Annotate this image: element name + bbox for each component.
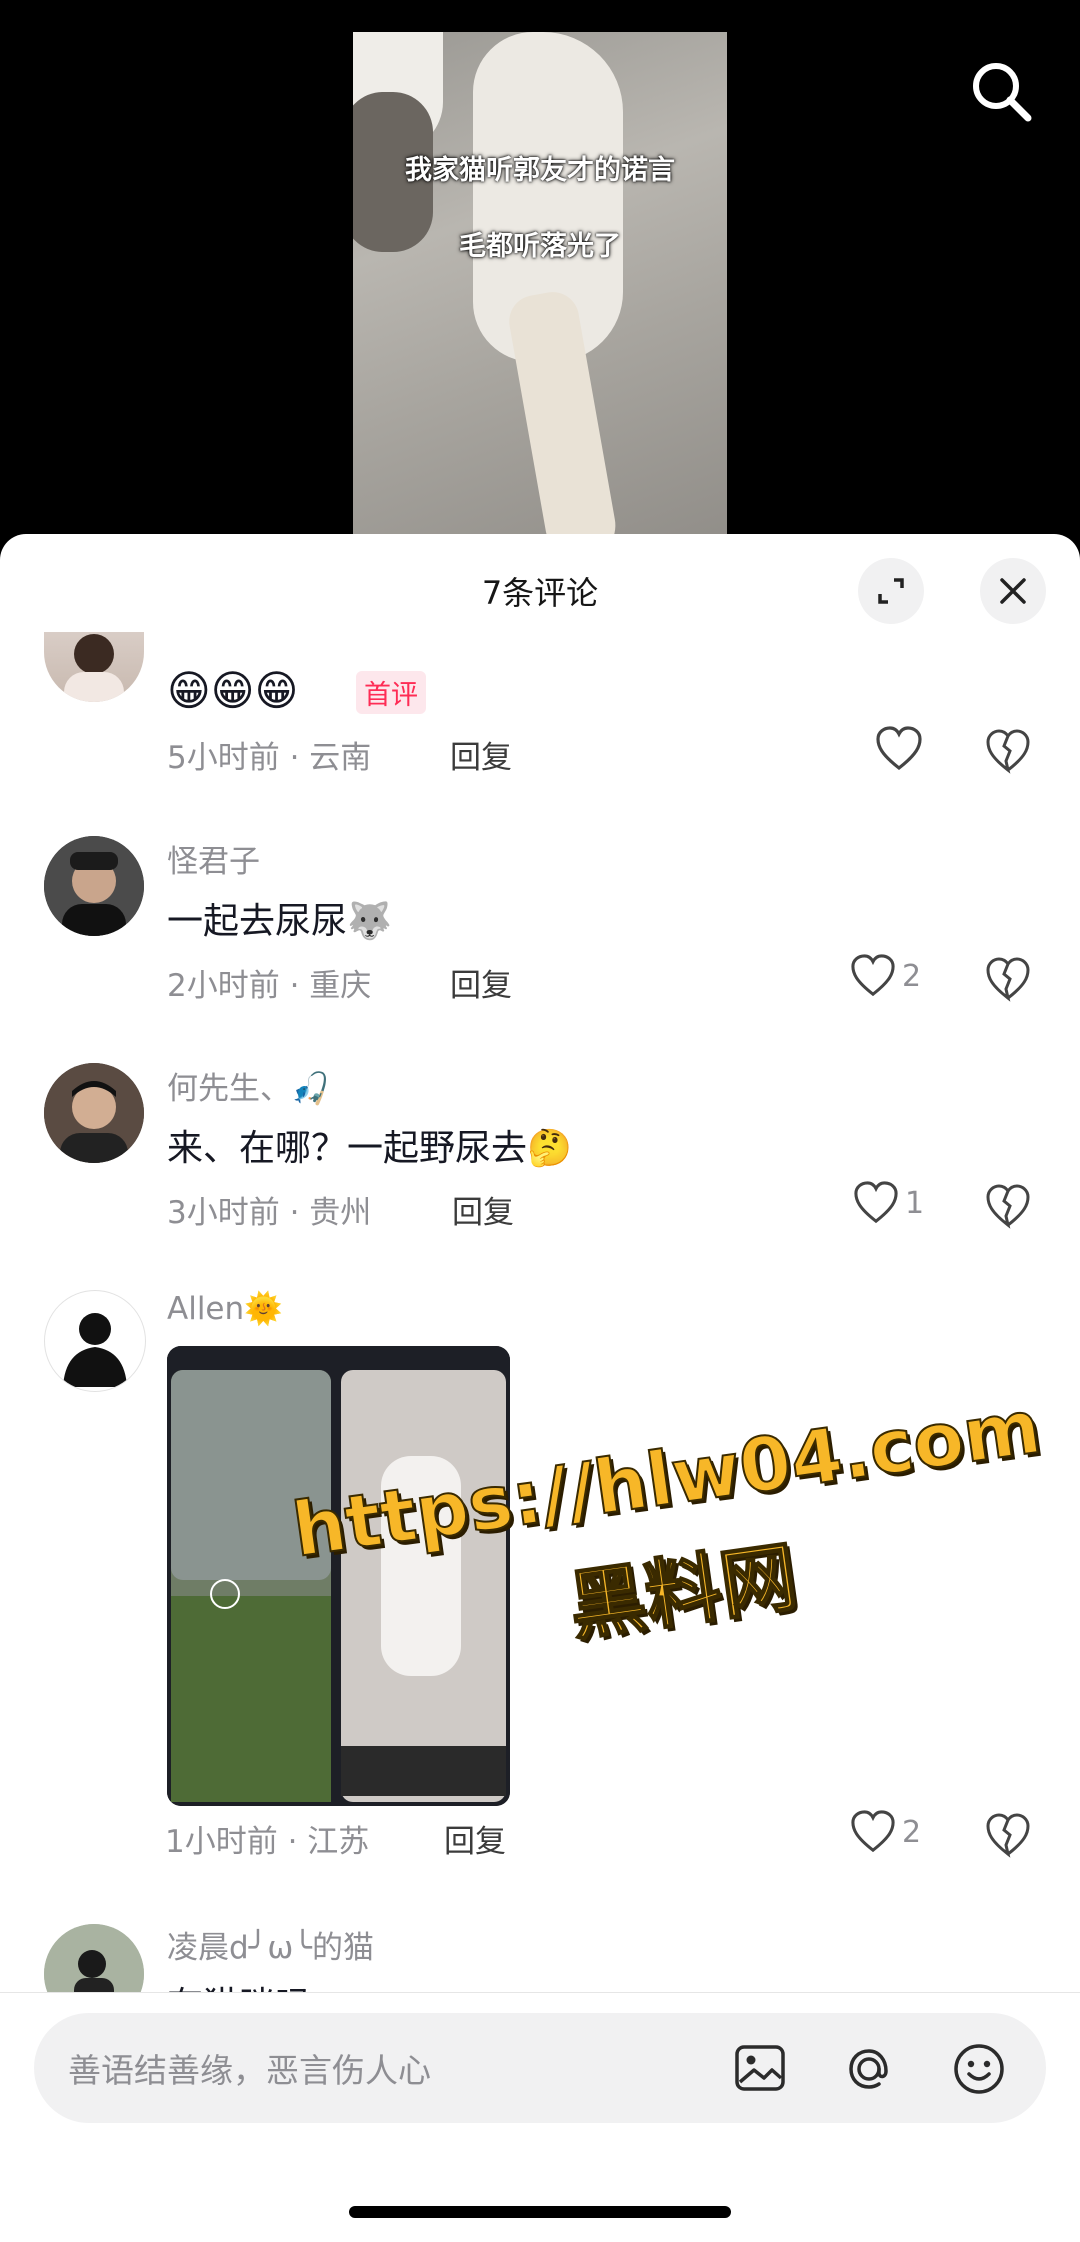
video-caption-line1: 我家猫听郭友才的诺言 bbox=[405, 155, 675, 186]
heart-icon bbox=[851, 954, 895, 997]
like-button[interactable] bbox=[875, 726, 923, 772]
comment-item: 😁😁😁 首评 5小时前 · 云南 回复 bbox=[0, 632, 1080, 790]
avatar[interactable] bbox=[44, 1924, 144, 1992]
video-player[interactable]: 我家猫听郭友才的诺言 毛都听落光了 bbox=[0, 0, 1080, 560]
broken-heart-icon bbox=[986, 1184, 1030, 1229]
video-caption-line2: 毛都听落光了 bbox=[459, 231, 621, 262]
dislike-button[interactable] bbox=[985, 1813, 1031, 1859]
image-button[interactable] bbox=[732, 2040, 788, 2100]
comment-item: 凌晨d╯ω╰的猫 有猫咪吗 bbox=[0, 1918, 1080, 1992]
comment-meta: 3小时前 · 贵州 bbox=[167, 1195, 372, 1231]
reply-button[interactable]: 回复 bbox=[444, 1816, 506, 1861]
comment-username[interactable]: Allen🌞 bbox=[167, 1290, 283, 1327]
comment-input-placeholder: 善语结善缘，恶言伤人心 bbox=[68, 2051, 431, 2090]
broken-heart-icon bbox=[986, 1813, 1030, 1858]
comment-username[interactable]: 怪君子 bbox=[167, 836, 260, 881]
broken-heart-icon bbox=[986, 957, 1030, 1002]
comment-item: Allen🌞 1小时前 · 江苏 回复 2 bbox=[0, 1290, 1080, 1890]
dislike-button[interactable] bbox=[985, 1184, 1031, 1230]
heart-icon bbox=[854, 1181, 898, 1224]
avatar[interactable] bbox=[44, 1290, 146, 1392]
image-icon bbox=[735, 2045, 785, 2091]
avatar[interactable] bbox=[44, 632, 144, 702]
broken-heart-icon bbox=[986, 729, 1030, 774]
avatar[interactable] bbox=[44, 1063, 144, 1163]
like-button[interactable]: 1 bbox=[853, 1181, 924, 1225]
comment-text: 来、在哪？一起野尿去🤔 bbox=[167, 1128, 572, 1169]
comment-text: 😁😁😁 bbox=[167, 666, 299, 715]
comment-text: 一起去尿尿🐺 bbox=[167, 901, 392, 942]
search-icon[interactable] bbox=[968, 58, 1034, 124]
like-button[interactable]: 2 bbox=[850, 954, 921, 998]
home-indicator bbox=[349, 2206, 731, 2218]
comment-input-bar: 善语结善缘，恶言伤人心 bbox=[0, 1992, 1080, 2242]
comment-meta: 5小时前 · 云南 bbox=[167, 740, 372, 776]
dislike-button[interactable] bbox=[985, 729, 1031, 775]
dislike-button[interactable] bbox=[985, 957, 1031, 1003]
video-frame: 我家猫听郭友才的诺言 毛都听落光了 bbox=[353, 32, 727, 560]
comment-username[interactable]: 何先生、🎣 bbox=[167, 1063, 330, 1108]
like-button[interactable]: 2 bbox=[850, 1810, 921, 1854]
emoji-button[interactable] bbox=[950, 2040, 1008, 2102]
comment-text: 有猫咪吗 bbox=[167, 1976, 311, 1992]
mention-button[interactable] bbox=[840, 2040, 898, 2102]
emoji-icon bbox=[954, 2044, 1004, 2094]
heart-icon bbox=[851, 1810, 895, 1853]
comment-username[interactable]: 凌晨d╯ω╰的猫 bbox=[167, 1922, 374, 1967]
like-count: 1 bbox=[905, 1185, 925, 1221]
expand-button[interactable] bbox=[858, 558, 924, 624]
comment-item: 怪君子 一起去尿尿🐺 2小时前 · 重庆 回复 2 bbox=[0, 836, 1080, 1016]
comment-meta: 2小时前 · 重庆 bbox=[167, 968, 372, 1004]
comment-input[interactable]: 善语结善缘，恶言伤人心 bbox=[34, 2013, 1046, 2123]
close-button[interactable] bbox=[980, 558, 1046, 624]
avatar[interactable] bbox=[44, 836, 144, 936]
comment-image[interactable] bbox=[167, 1346, 510, 1806]
reply-button[interactable]: 回复 bbox=[450, 732, 512, 777]
expand-icon bbox=[878, 578, 904, 604]
like-count: 2 bbox=[902, 958, 922, 994]
comment-item: 何先生、🎣 来、在哪？一起野尿去🤔 3小时前 · 贵州 回复 1 bbox=[0, 1063, 1080, 1243]
comment-meta: 1小时前 · 江苏 bbox=[165, 1824, 370, 1860]
at-icon bbox=[849, 2049, 888, 2089]
close-icon bbox=[1000, 578, 1026, 604]
reply-button[interactable]: 回复 bbox=[452, 1187, 514, 1232]
reply-button[interactable]: 回复 bbox=[450, 960, 512, 1005]
first-comment-badge: 首评 bbox=[356, 671, 426, 714]
heart-icon bbox=[876, 726, 922, 771]
like-count: 2 bbox=[902, 1814, 922, 1850]
